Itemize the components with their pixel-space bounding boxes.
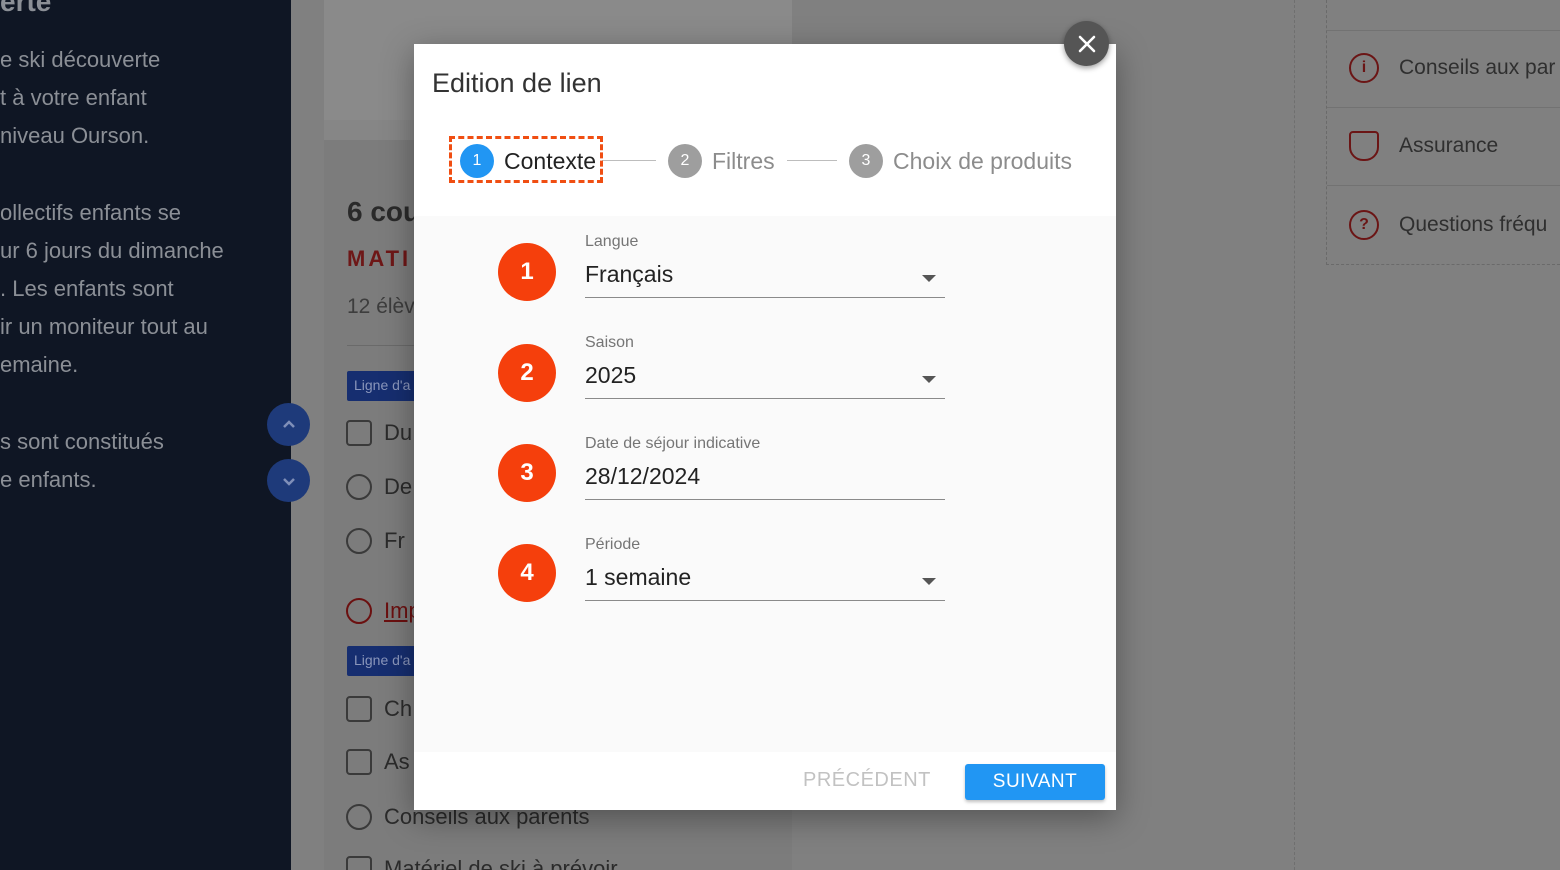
description-line: emaine. (0, 352, 79, 377)
badge-icon (346, 696, 372, 722)
field-value[interactable]: 2025 (585, 360, 945, 390)
info-icon (346, 598, 372, 624)
info-icon: i (1349, 53, 1379, 83)
panel-title: erte (0, 0, 52, 17)
description-line: ir un moniteur tout au (0, 314, 208, 339)
card-row-equipment[interactable]: Matériel de ski à prévoir (346, 856, 618, 870)
field-value[interactable]: Français (585, 259, 945, 289)
list-separator (1327, 107, 1560, 108)
description-line: ur 6 jours du dimanche (0, 238, 224, 263)
scroll-down-button[interactable] (267, 459, 310, 502)
shield-icon (1349, 131, 1379, 161)
clock-icon (346, 474, 372, 500)
question-icon (346, 804, 372, 830)
langue-select[interactable]: Langue Français (585, 233, 945, 298)
step-number: 3 (849, 144, 883, 178)
list-separator (1327, 30, 1560, 31)
card-row-location: Fr (346, 528, 405, 554)
location-pin-icon (346, 528, 372, 554)
list-item-label[interactable]: Conseils aux par (1399, 56, 1555, 80)
annotation-badge: 3 (498, 444, 556, 502)
card-row-label: Ch (384, 696, 413, 721)
saison-select[interactable]: Saison 2025 (585, 334, 945, 399)
field-label: Période (585, 536, 641, 553)
close-dialog-button[interactable] (1064, 21, 1109, 66)
periode-select[interactable]: Période 1 semaine (585, 536, 945, 601)
equipment-icon (346, 856, 372, 870)
card-heading: 6 cou (347, 196, 421, 227)
field-underline (585, 499, 945, 500)
card-row-ch: Ch (346, 696, 412, 722)
field-label: Langue (585, 233, 639, 250)
card-row-time: De (346, 474, 412, 500)
edit-link-dialog: Edition de lien 1 Contexte 2 Filtres 3 C… (414, 44, 1116, 810)
card-subheading: MATI (347, 246, 412, 271)
divider (347, 345, 417, 346)
step-connector (602, 160, 656, 161)
scroll-up-button[interactable] (267, 403, 310, 446)
close-icon (1078, 35, 1095, 52)
chevron-down-icon (282, 477, 295, 486)
annotation-badge: 4 (498, 544, 556, 602)
description-line: e ski découverte (0, 47, 161, 72)
card-row-insurance: As (346, 749, 410, 775)
description-line: e enfants. (0, 467, 97, 492)
card-important-info[interactable]: Imp (346, 598, 421, 624)
step-label: Choix de produits (893, 147, 1072, 174)
next-button[interactable]: SUIVANT (965, 764, 1105, 800)
question-icon: ? (1349, 210, 1379, 240)
card-row-label[interactable]: Matériel de ski à prévoir (384, 856, 618, 870)
description-line: ollectifs enfants se (0, 200, 181, 225)
dialog-title: Edition de lien (432, 68, 602, 98)
field-value[interactable]: 1 semaine (585, 562, 945, 592)
list-item-assurance[interactable]: Assurance (1349, 131, 1498, 161)
field-label: Saison (585, 334, 634, 351)
list-separator (1327, 185, 1560, 186)
annotation-badge: 2 (498, 344, 556, 402)
description-line: t à votre enfant (0, 85, 147, 110)
field-underline (585, 297, 945, 298)
step-number: 2 (668, 144, 702, 178)
list-item-label[interactable]: Questions fréqu (1399, 213, 1547, 237)
description-line: niveau Ourson. (0, 123, 150, 148)
list-item-conseils[interactable]: i Conseils aux par (1349, 53, 1555, 83)
field-underline (585, 398, 945, 399)
info-links-list: i Conseils aux par Assurance ? Questions f… (1326, 0, 1560, 265)
step-label: Filtres (712, 147, 775, 174)
dialog-header: Edition de lien 1 Contexte 2 Filtres 3 C… (414, 44, 1116, 216)
date-sejour-input[interactable]: Date de séjour indicative 28/12/2024 (585, 435, 945, 500)
list-item-faq[interactable]: ? Questions fréqu (1349, 210, 1547, 240)
description-line: s sont constitués (0, 429, 164, 454)
chevron-up-icon (282, 419, 295, 428)
dropdown-arrow-icon[interactable] (922, 376, 936, 383)
step-choix-produits[interactable]: 3 Choix de produits (849, 144, 1072, 178)
step-connector (787, 160, 837, 161)
card-row-label: Fr (384, 528, 405, 553)
card-row-label: As (384, 749, 410, 774)
previous-button[interactable]: PRÉCÉDENT (803, 769, 931, 792)
card-row-label: Du (384, 420, 413, 445)
field-label: Date de séjour indicative (585, 435, 761, 452)
list-item-label[interactable]: Assurance (1399, 134, 1498, 158)
annotation-badge: 1 (498, 243, 556, 301)
card-student-count: 12 élèv (347, 295, 415, 318)
field-underline (585, 600, 945, 601)
left-description-panel: erte e ski découverte t à votre enfant n… (0, 0, 291, 870)
card-row-label: De (384, 474, 413, 499)
dropdown-arrow-icon[interactable] (922, 275, 936, 282)
step-filtres[interactable]: 2 Filtres (668, 144, 775, 178)
shield-icon (346, 749, 372, 775)
highlight-annotation (449, 136, 603, 183)
field-value[interactable]: 28/12/2024 (585, 461, 945, 491)
card-row-duration: Du (346, 420, 412, 446)
dropdown-arrow-icon[interactable] (922, 578, 936, 585)
description-line: . Les enfants sont (0, 276, 174, 301)
calendar-icon (346, 420, 372, 446)
